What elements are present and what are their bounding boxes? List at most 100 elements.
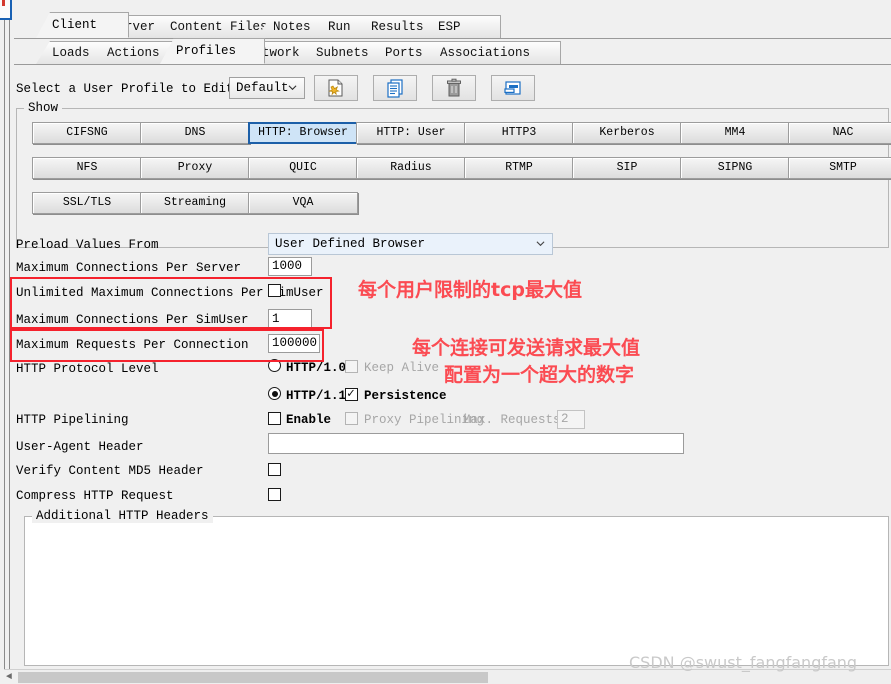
- protocol-button-quic[interactable]: QUIC: [248, 157, 358, 179]
- protocol-button-mm4[interactable]: MM4: [680, 122, 790, 144]
- annotation-text-1: 每个用户限制的tcp最大值: [358, 279, 582, 301]
- additional-headers-title: Additional HTTP Headers: [32, 509, 213, 523]
- protocol-button-label: Radius: [390, 161, 432, 174]
- protocol-button-http3[interactable]: HTTP3: [464, 122, 574, 144]
- tab-label: Actions: [107, 46, 160, 60]
- protocol-button-label: SSL/TLS: [62, 196, 112, 209]
- protocol-button-http-browser[interactable]: HTTP: Browser: [248, 122, 358, 144]
- protocol-button-label: DNS: [184, 126, 206, 139]
- tab-label: Client: [52, 18, 98, 32]
- user-agent-input[interactable]: [268, 433, 684, 454]
- compress-checkbox[interactable]: [268, 488, 281, 501]
- window-corner-marker: [2, 0, 5, 6]
- pipelining-enable-checkbox[interactable]: [268, 412, 281, 425]
- max-requests-conn-input[interactable]: 100000: [268, 334, 320, 353]
- protocol-button-kerberos[interactable]: Kerberos: [572, 122, 682, 144]
- protocol-button-streaming[interactable]: Streaming: [140, 192, 250, 214]
- rename-profile-icon: [504, 81, 521, 95]
- protocol-button-nac[interactable]: NAC: [788, 122, 891, 144]
- protocol-button-http-user[interactable]: HTTP: User: [356, 122, 466, 144]
- check-icon: ✓: [347, 386, 355, 401]
- protocol-button-label: RTMP: [505, 161, 533, 174]
- max-requests-conn-label: Maximum Requests Per Connection: [16, 338, 249, 352]
- max-conn-simuser-input[interactable]: 1: [268, 309, 312, 330]
- tab-label: ESP: [438, 20, 461, 34]
- protocol-button-radius[interactable]: Radius: [356, 157, 466, 179]
- protocol-button-vqa[interactable]: VQA: [248, 192, 358, 214]
- new-profile-button[interactable]: [314, 75, 358, 101]
- tab-label: Results: [371, 20, 424, 34]
- profile-select-label: Select a User Profile to Edit:: [16, 82, 242, 96]
- protocol-button-label: HTTP3: [501, 126, 537, 139]
- protocol-button-label: SIP: [616, 161, 638, 174]
- max-requests-input[interactable]: 2: [557, 410, 585, 429]
- http11-label: HTTP/1.1: [286, 389, 347, 403]
- copy-profile-icon: [387, 79, 403, 98]
- protocol-button-label: NFS: [76, 161, 98, 174]
- tab-client[interactable]: Client: [36, 12, 129, 38]
- protocol-button-label: HTTP: User: [376, 126, 446, 139]
- http-protocol-level-label: HTTP Protocol Level: [16, 362, 159, 376]
- application-window: Client Server Content Files Notes Run Results…: [0, 0, 891, 684]
- tab-label: Profiles: [176, 44, 237, 58]
- profile-select-value: Default: [236, 81, 289, 95]
- copy-profile-button[interactable]: [373, 75, 417, 101]
- chevron-down-icon: [288, 85, 297, 91]
- protocol-button-sipng[interactable]: SIPNG: [680, 157, 790, 179]
- window-left-edge: [0, 0, 14, 684]
- preload-combo[interactable]: User Defined Browser: [268, 233, 553, 255]
- protocol-button-rtmp[interactable]: RTMP: [464, 157, 574, 179]
- protocol-button-proxy[interactable]: Proxy: [140, 157, 250, 179]
- keep-alive-checkbox[interactable]: [345, 360, 358, 373]
- user-agent-label: User-Agent Header: [16, 440, 144, 454]
- tab-label: Loads: [52, 46, 90, 60]
- pipelining-label: HTTP Pipelining: [16, 413, 129, 427]
- chevron-down-icon: [536, 241, 545, 247]
- scrollbar-track[interactable]: [18, 670, 891, 684]
- protocol-button-label: VQA: [292, 196, 314, 209]
- protocol-button-nfs[interactable]: NFS: [32, 157, 142, 179]
- protocol-button-label: Proxy: [177, 161, 213, 174]
- subtab-profiles[interactable]: Profiles: [160, 38, 265, 64]
- verify-md5-checkbox[interactable]: [268, 463, 281, 476]
- scroll-left-arrow[interactable]: ◄: [6, 672, 12, 683]
- tab-label: Ports: [385, 46, 423, 60]
- preload-value: User Defined Browser: [275, 237, 426, 251]
- verify-md5-label: Verify Content MD5 Header: [16, 464, 204, 478]
- compress-label: Compress HTTP Request: [16, 489, 174, 503]
- protocol-button-dns[interactable]: DNS: [140, 122, 250, 144]
- unlimited-conn-simuser-checkbox[interactable]: [268, 284, 281, 297]
- http10-radio[interactable]: [268, 359, 281, 372]
- protocol-button-label: SMTP: [829, 161, 857, 174]
- protocol-button-ssl-tls[interactable]: SSL/TLS: [32, 192, 142, 214]
- tab-label: Subnets: [316, 46, 369, 60]
- subtab-associations[interactable]: Associations: [424, 41, 561, 64]
- tab-label: Associations: [440, 46, 531, 60]
- protocol-button-sip[interactable]: SIP: [572, 157, 682, 179]
- new-profile-icon: [328, 79, 343, 97]
- max-requests-label: Max. Requests: [463, 413, 561, 427]
- additional-headers-panel[interactable]: [24, 516, 889, 666]
- delete-profile-button[interactable]: [432, 75, 476, 101]
- http11-radio[interactable]: [268, 387, 281, 400]
- proxy-pipelining-checkbox[interactable]: [345, 412, 358, 425]
- protocol-button-label: HTTP: Browser: [258, 126, 348, 139]
- protocol-button-label: CIFSNG: [66, 126, 108, 139]
- protocol-button-smtp[interactable]: SMTP: [788, 157, 891, 179]
- persistence-label: Persistence: [364, 389, 447, 403]
- persistence-checkbox[interactable]: ✓: [345, 386, 358, 401]
- max-conn-server-input[interactable]: 1000: [268, 257, 312, 276]
- http10-label: HTTP/1.0: [286, 361, 347, 375]
- rename-profile-button[interactable]: [491, 75, 535, 101]
- tab-label: Content Files: [170, 20, 268, 34]
- protocol-button-cifsng[interactable]: CIFSNG: [32, 122, 142, 144]
- protocol-button-label: Streaming: [163, 196, 227, 209]
- max-conn-simuser-label: Maximum Connections Per SimUser: [16, 313, 249, 327]
- tab-label: Run: [328, 20, 351, 34]
- annotation-text-3: 配置为一个超大的数字: [444, 364, 635, 386]
- protocol-button-label: QUIC: [289, 161, 317, 174]
- watermark: CSDN @swust_fangfangfang: [629, 653, 858, 672]
- scrollbar-thumb[interactable]: [18, 672, 488, 683]
- profile-select-combo[interactable]: Default: [229, 77, 305, 99]
- protocol-button-label: MM4: [724, 126, 746, 139]
